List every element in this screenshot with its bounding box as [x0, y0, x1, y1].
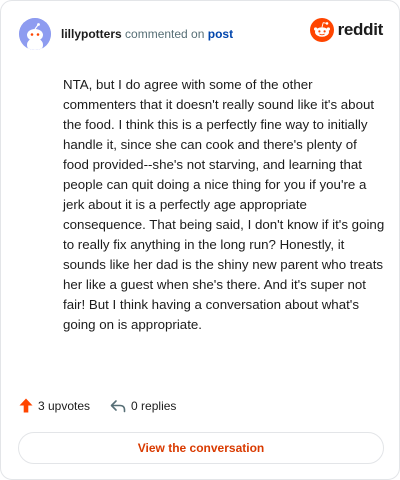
username-link[interactable]: lillypotters — [61, 27, 122, 41]
reddit-logo[interactable]: reddit — [309, 18, 384, 42]
logo-wordmark: reddit — [337, 20, 384, 39]
reddit-logo-icon — [309, 18, 334, 42]
upvote-button[interactable]: 3 upvotes — [19, 398, 90, 413]
reply-button[interactable]: 0 replies — [110, 399, 176, 413]
byline-action-text: commented on — [125, 27, 205, 41]
comment-actions: 3 upvotes 0 replies — [19, 398, 196, 413]
post-link[interactable]: post — [208, 27, 233, 41]
view-conversation-button[interactable]: View the conversation — [18, 432, 384, 464]
comment-body: NTA, but I do agree with some of the oth… — [63, 77, 385, 332]
comment-card: lillypotters commented on post reddit NT… — [0, 0, 400, 480]
snoo-avatar-icon[interactable] — [19, 18, 51, 50]
reply-count: 0 replies — [131, 398, 177, 413]
upvote-arrow-icon — [19, 398, 33, 413]
reply-arrow-icon — [110, 399, 126, 412]
upvote-count: 3 upvotes — [38, 398, 91, 413]
comment-header: lillypotters commented on post reddit — [19, 17, 383, 51]
byline: lillypotters commented on post — [61, 27, 233, 41]
